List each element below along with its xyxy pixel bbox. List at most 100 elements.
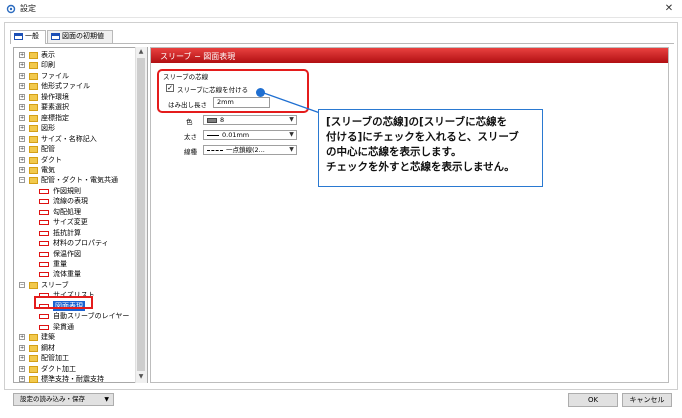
expand-icon[interactable]: +: [19, 136, 25, 142]
thickness-value: 0.01mm: [222, 131, 250, 139]
chevron-down-icon: ▼: [104, 396, 109, 403]
expand-icon[interactable]: +: [19, 94, 25, 100]
folder-icon: [29, 167, 38, 174]
folder-icon: [29, 73, 38, 80]
tree-item-label: 座標指定: [41, 114, 69, 122]
ok-button[interactable]: OK: [568, 393, 618, 407]
tree-item-label: 配管加工: [41, 354, 69, 362]
setting-page-icon: [39, 252, 49, 257]
folder-icon: [29, 62, 38, 69]
setting-page-icon: [39, 325, 49, 330]
import-save-settings-button[interactable]: 設定の読み込み・保存 ▼: [13, 393, 114, 406]
panel-title: スリーブ − 図面表現: [160, 52, 236, 61]
folder-icon: [29, 334, 38, 341]
thickness-label: 太さ: [184, 133, 197, 141]
linetype-select[interactable]: 一点鎖線(2... ▼: [203, 145, 297, 155]
color-select[interactable]: 8 ▼: [203, 115, 297, 125]
tree-scroll-thumb[interactable]: [137, 58, 145, 371]
folder-icon: [29, 115, 38, 122]
expand-icon[interactable]: +: [19, 146, 25, 152]
tree-item-label: 抵抗計算: [53, 229, 81, 237]
tree-item-label: 建築: [41, 333, 55, 341]
folder-icon: [29, 125, 38, 132]
expand-icon[interactable]: +: [19, 104, 25, 110]
tree-item-label: 他形式ファイル: [41, 82, 90, 90]
expand-icon[interactable]: +: [19, 376, 25, 382]
folder-icon: [29, 355, 38, 362]
callout-line-2: 付ける]にチェックを入れると、スリーブ: [326, 131, 519, 143]
expand-icon[interactable]: +: [19, 167, 25, 173]
tree-item-label: 梁貫通: [53, 323, 74, 331]
folder-icon: [29, 376, 38, 383]
folder-icon: [29, 366, 38, 373]
setting-page-icon: [39, 241, 49, 246]
setting-page-icon: [39, 314, 49, 319]
folder-icon: [29, 104, 38, 111]
callout-anchor-dot: [256, 88, 265, 97]
callout-text: [スリーブの芯線]の[スリーブに芯線を 付ける]にチェックを入れると、スリーブ …: [326, 115, 540, 175]
tab-label: 一般: [25, 32, 39, 40]
setting-page-icon: [39, 231, 49, 236]
chevron-down-icon: ▼: [289, 146, 294, 153]
folder-icon: [29, 146, 38, 153]
expand-icon[interactable]: +: [19, 345, 25, 351]
expand-icon[interactable]: +: [19, 355, 25, 361]
linetype-value: 一点鎖線(2...: [226, 146, 265, 154]
collapse-icon[interactable]: −: [19, 282, 25, 288]
tree-item-label: サイズ変更: [53, 218, 88, 226]
scroll-down-icon[interactable]: ▼: [135, 372, 147, 382]
setting-page-icon: [39, 262, 49, 267]
line-sample: [207, 134, 219, 136]
expand-icon[interactable]: +: [19, 52, 25, 58]
close-icon[interactable]: ✕: [661, 2, 677, 16]
chevron-down-icon: ▼: [289, 116, 294, 123]
folder-icon: [29, 83, 38, 90]
tree-item-label: 配管・ダクト・電気共通: [41, 176, 118, 184]
linetype-label: 線種: [184, 148, 197, 156]
expand-icon[interactable]: +: [19, 366, 25, 372]
settings-gear-icon: [6, 4, 16, 14]
tree-item-label: 表示: [41, 51, 55, 59]
expand-icon[interactable]: +: [19, 115, 25, 121]
setting-page-icon: [39, 189, 49, 194]
tree-item-label: 流体重量: [53, 270, 81, 278]
expand-icon[interactable]: +: [19, 334, 25, 340]
tab-page-icon: [51, 33, 60, 40]
tree-item-label: 要素選択: [41, 103, 69, 111]
tab-drawing-defaults[interactable]: 図面の初期値: [47, 30, 113, 43]
tab-divider: [10, 43, 674, 44]
folder-icon: [29, 136, 38, 143]
expand-icon[interactable]: +: [19, 83, 25, 89]
setting-page-icon: [39, 220, 49, 225]
cancel-button[interactable]: キャンセル: [622, 393, 672, 407]
folder-icon: [29, 94, 38, 101]
tree-item-label: 作図規則: [53, 187, 81, 195]
tree-item-label: 流線の表現: [53, 197, 88, 205]
thickness-select[interactable]: 0.01mm ▼: [203, 130, 297, 140]
expand-icon[interactable]: +: [19, 73, 25, 79]
folder-icon: [29, 157, 38, 164]
scroll-up-icon[interactable]: ▲: [135, 47, 147, 57]
tab-general[interactable]: 一般: [10, 30, 46, 44]
setting-page-icon: [39, 210, 49, 215]
dashdot-sample: [207, 149, 223, 151]
expand-icon[interactable]: +: [19, 62, 25, 68]
collapse-icon[interactable]: −: [19, 177, 25, 183]
chevron-down-icon: ▼: [289, 131, 294, 138]
tree-item-label: 自動スリーブのレイヤー: [53, 312, 130, 320]
folder-icon: [29, 52, 38, 59]
expand-icon[interactable]: +: [19, 157, 25, 163]
tree-item-label: 保温作図: [53, 250, 81, 258]
setting-page-icon: [39, 199, 49, 204]
folder-icon: [29, 345, 38, 352]
color-swatch: [207, 117, 217, 123]
callout-line-3: の中心に芯線を表示します。: [326, 146, 462, 158]
tree-item-label: 印刷: [41, 61, 55, 69]
window-title: 設定: [20, 4, 36, 13]
tree-item-label: 操作環境: [41, 93, 69, 101]
setting-page-icon: [39, 272, 49, 277]
tree-item-label: ファイル: [41, 72, 69, 80]
tree-item-label: スリーブ: [41, 281, 69, 289]
callout-line-4: チェックを外すと芯線を表示しません。: [326, 161, 515, 173]
expand-icon[interactable]: +: [19, 125, 25, 131]
